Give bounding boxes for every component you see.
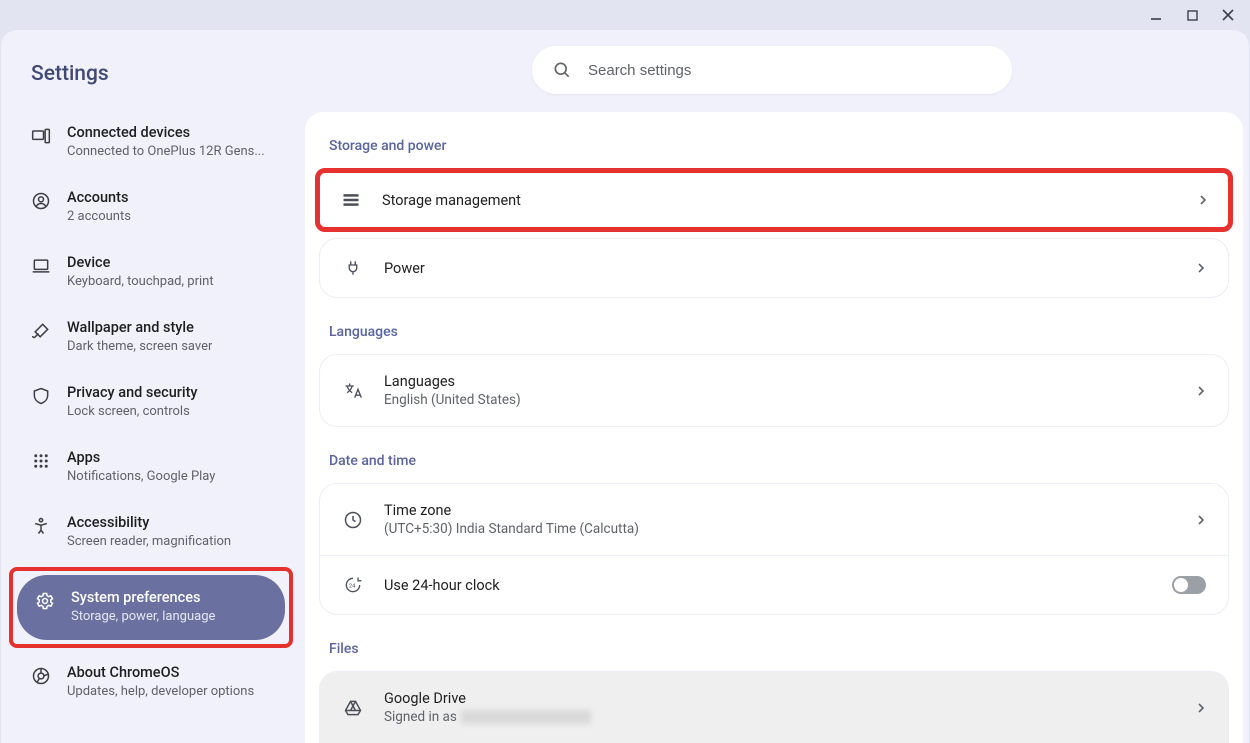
- row-google-drive[interactable]: Google Drive Signed in as: [320, 672, 1228, 743]
- apps-grid-icon: [31, 451, 51, 471]
- row-24hour[interactable]: 24 Use 24-hour clock: [320, 555, 1228, 614]
- google-drive-icon: [342, 697, 364, 719]
- sidebar-item-wallpaper[interactable]: Wallpaper and style Dark theme, screen s…: [13, 305, 289, 370]
- row-title: Power: [384, 260, 1176, 277]
- sidebar-item-label: System preferences: [71, 589, 215, 608]
- card-languages: Languages English (United States): [319, 354, 1229, 427]
- svg-text:24: 24: [349, 584, 356, 590]
- section-heading-languages: Languages: [305, 310, 1243, 354]
- row-storage-management[interactable]: Storage management: [320, 173, 1228, 227]
- search-box[interactable]: [532, 46, 1012, 94]
- main-area: Storage and power Storage management: [301, 30, 1249, 743]
- section-heading-files: Files: [305, 627, 1243, 671]
- section-heading-datetime: Date and time: [305, 439, 1243, 483]
- devices-icon: [31, 126, 51, 146]
- sidebar-item-label: Apps: [67, 449, 215, 468]
- row-title: Use 24-hour clock: [384, 577, 1152, 594]
- card-power: Power: [319, 238, 1229, 298]
- sidebar-item-sub: Dark theme, screen saver: [67, 338, 212, 356]
- gear-icon: [35, 591, 55, 611]
- clock-icon: [342, 509, 364, 531]
- card-datetime: Time zone (UTC+5:30) India Standard Time…: [319, 483, 1229, 615]
- sidebar-item-sub: Updates, help, developer options: [67, 683, 254, 701]
- sidebar: Settings Connected devices Connected to …: [1, 30, 301, 743]
- row-sub: (UTC+5:30) India Standard Time (Calcutta…: [384, 521, 1176, 537]
- row-title: Languages: [384, 373, 1176, 390]
- chevron-right-icon: [1196, 703, 1206, 713]
- sidebar-item-sub: Screen reader, magnification: [67, 533, 231, 551]
- sidebar-item-accessibility[interactable]: Accessibility Screen reader, magnificati…: [13, 500, 289, 565]
- row-title: Google Drive: [384, 690, 1176, 707]
- highlight-system-preferences: System preferences Storage, power, langu…: [9, 567, 293, 648]
- search-icon: [552, 60, 572, 80]
- sidebar-item-label: Accessibility: [67, 514, 231, 533]
- accessibility-icon: [31, 516, 51, 536]
- row-sub: Signed in as: [384, 709, 1176, 725]
- sidebar-item-about[interactable]: About ChromeOS Updates, help, developer …: [13, 650, 289, 715]
- sidebar-item-accounts[interactable]: Accounts 2 accounts: [13, 175, 289, 240]
- sidebar-item-privacy[interactable]: Privacy and security Lock screen, contro…: [13, 370, 289, 435]
- content-panel: Storage and power Storage management: [305, 112, 1243, 743]
- clock-24-icon: 24: [342, 574, 364, 596]
- power-plug-icon: [342, 257, 364, 279]
- window-titlebar: [0, 0, 1250, 30]
- translate-icon: [342, 380, 364, 402]
- storage-icon: [340, 189, 362, 211]
- sidebar-item-system-preferences[interactable]: System preferences Storage, power, langu…: [17, 575, 285, 640]
- search-input[interactable]: [588, 62, 992, 79]
- row-title: Time zone: [384, 502, 1176, 519]
- sidebar-item-label: Device: [67, 254, 214, 273]
- chrome-icon: [31, 666, 51, 686]
- search-wrap: [301, 30, 1243, 112]
- sidebar-item-sub: Keyboard, touchpad, print: [67, 273, 214, 291]
- minimize-button[interactable]: [1142, 1, 1170, 29]
- sidebar-item-apps[interactable]: Apps Notifications, Google Play: [13, 435, 289, 500]
- row-timezone[interactable]: Time zone (UTC+5:30) India Standard Time…: [320, 484, 1228, 555]
- sidebar-item-connected-devices[interactable]: Connected devices Connected to OnePlus 1…: [13, 110, 289, 175]
- maximize-button[interactable]: [1178, 1, 1206, 29]
- row-sub: English (United States): [384, 392, 1176, 408]
- row-languages[interactable]: Languages English (United States): [320, 355, 1228, 426]
- sidebar-item-sub: Lock screen, controls: [67, 403, 198, 421]
- sidebar-item-sub: 2 accounts: [67, 208, 131, 226]
- redacted-email: [461, 710, 591, 724]
- app-shell: Settings Connected devices Connected to …: [1, 30, 1249, 743]
- sidebar-item-sub: Storage, power, language: [71, 608, 215, 626]
- chevron-right-icon: [1196, 263, 1206, 273]
- row-power[interactable]: Power: [320, 239, 1228, 297]
- sidebar-item-sub: Connected to OnePlus 12R Gens...: [67, 143, 265, 161]
- sidebar-item-label: About ChromeOS: [67, 664, 254, 683]
- switch-24hour[interactable]: [1172, 576, 1206, 594]
- chevron-right-icon: [1196, 386, 1206, 396]
- account-icon: [31, 191, 51, 211]
- highlight-storage-management: Storage management: [315, 168, 1233, 232]
- sidebar-item-label: Privacy and security: [67, 384, 198, 403]
- section-heading-storage: Storage and power: [305, 136, 1243, 168]
- row-title: Storage management: [382, 192, 1178, 209]
- sidebar-item-label: Wallpaper and style: [67, 319, 212, 338]
- sidebar-item-label: Connected devices: [67, 124, 265, 143]
- laptop-icon: [31, 256, 51, 276]
- sidebar-item-sub: Notifications, Google Play: [67, 468, 215, 486]
- shield-icon: [31, 386, 51, 406]
- sidebar-item-device[interactable]: Device Keyboard, touchpad, print: [13, 240, 289, 305]
- chevron-right-icon: [1198, 195, 1208, 205]
- sidebar-item-label: Accounts: [67, 189, 131, 208]
- brush-icon: [31, 321, 51, 341]
- close-button[interactable]: [1214, 1, 1242, 29]
- page-title: Settings: [13, 52, 289, 110]
- card-files: Google Drive Signed in as OneDrive Add y…: [319, 671, 1229, 743]
- chevron-right-icon: [1196, 515, 1206, 525]
